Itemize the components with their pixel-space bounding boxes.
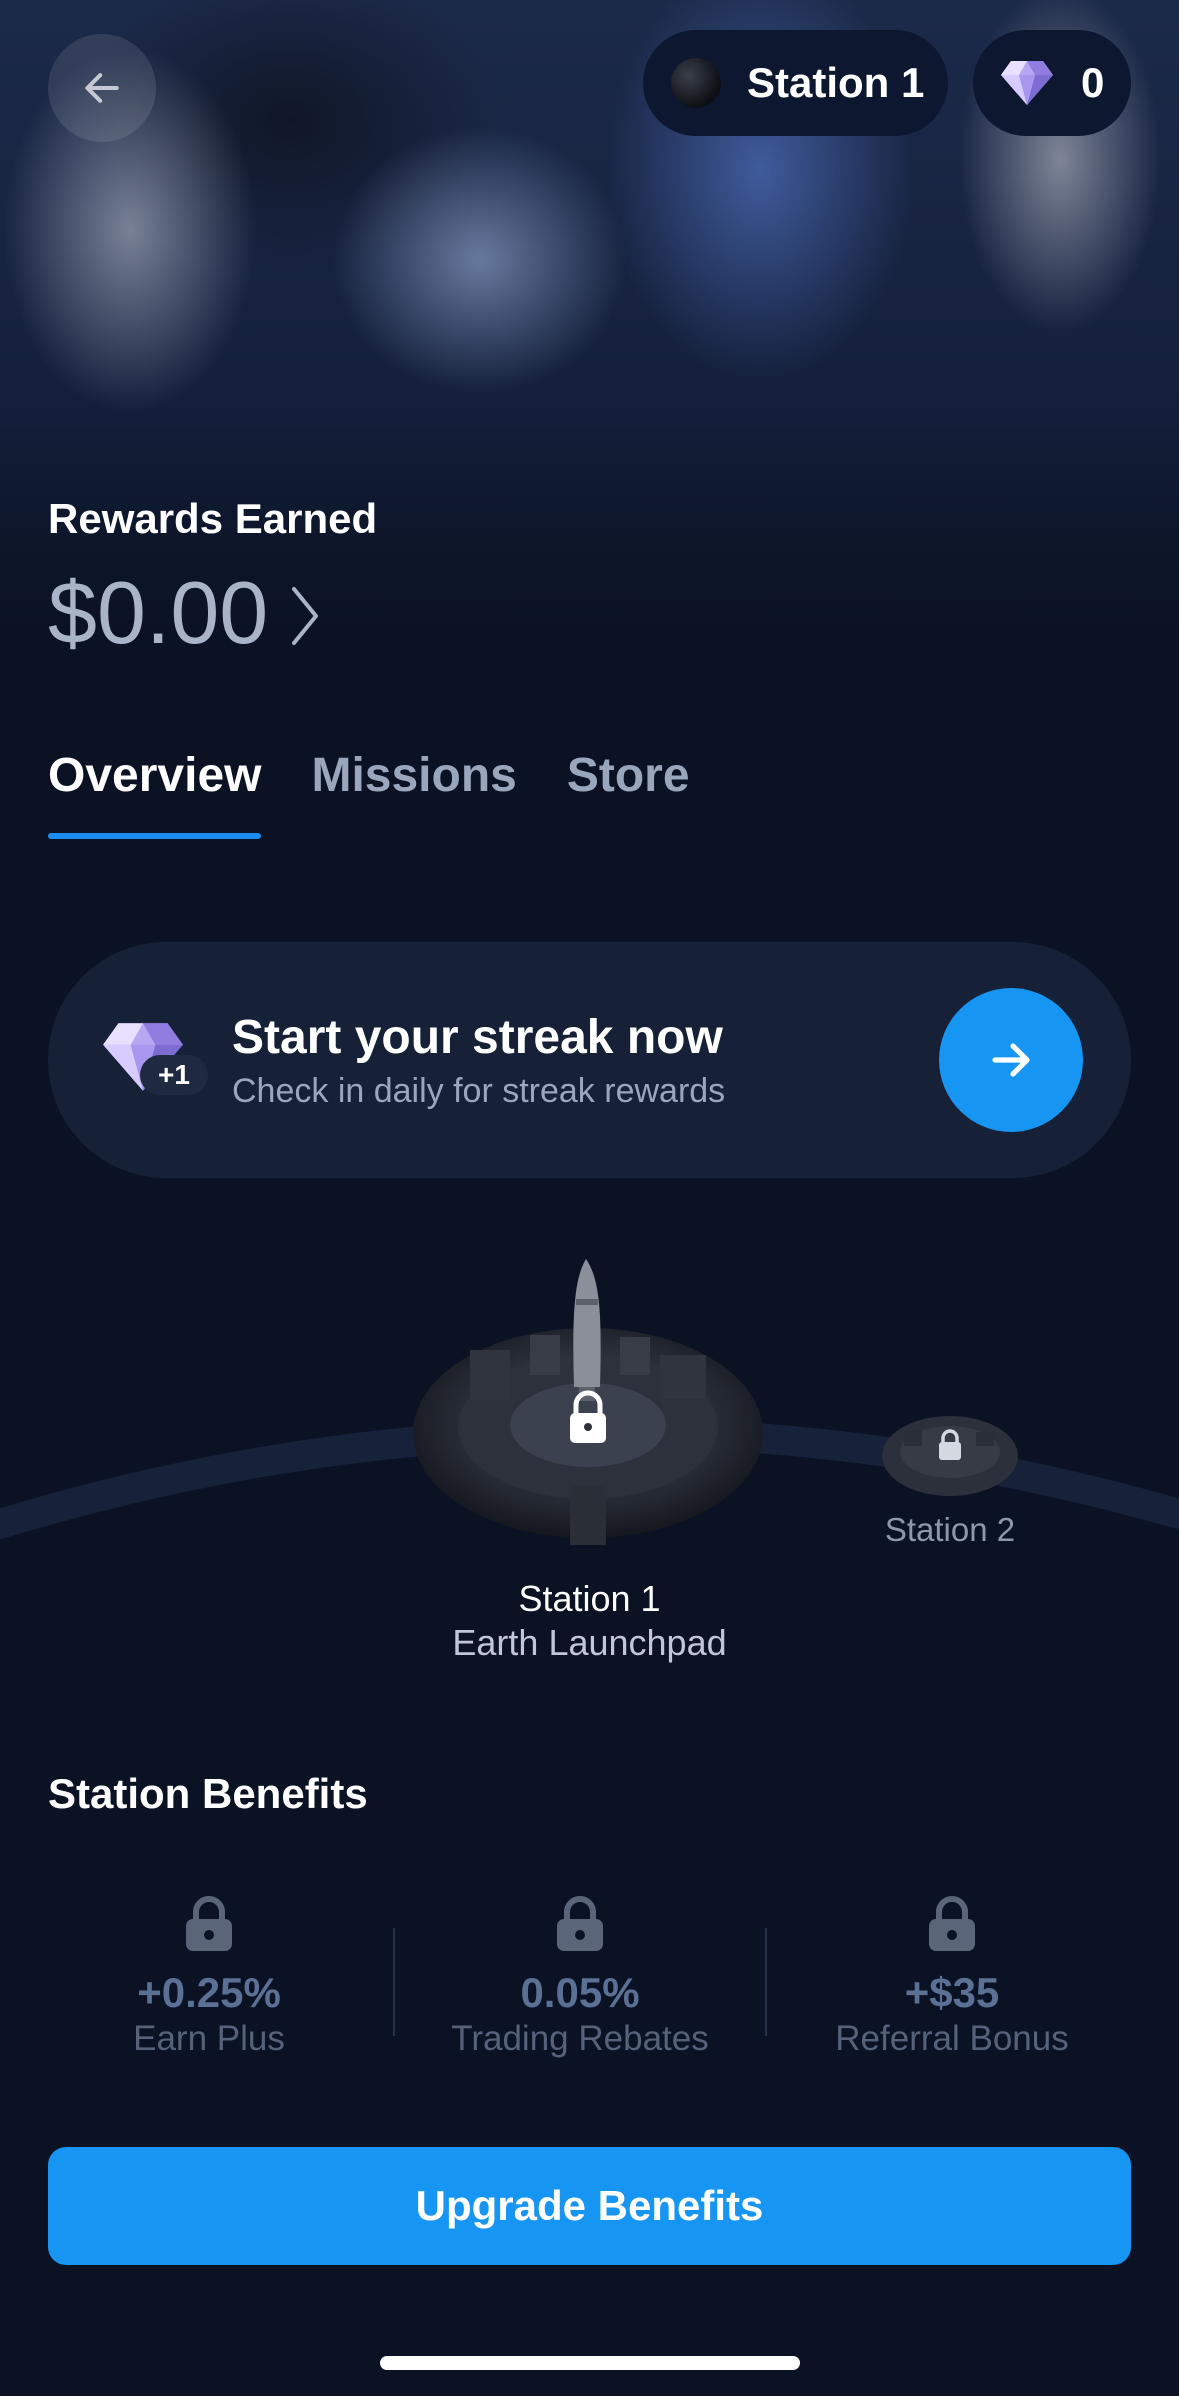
- benefit-label: Referral Bonus: [835, 2019, 1069, 2058]
- diamond-icon: [1001, 61, 1053, 105]
- station-2-image[interactable]: [880, 1400, 1020, 1500]
- lock-icon: [929, 1896, 975, 1951]
- benefit-referral-bonus: +$35 Referral Bonus: [766, 1895, 1138, 2059]
- arrow-right-icon: [992, 1043, 1030, 1077]
- streak-subtitle: Check in daily for streak rewards: [232, 1072, 726, 1110]
- benefits-title: Station Benefits: [48, 1770, 368, 1817]
- benefit-value: +$35: [904, 1969, 1000, 2016]
- streak-go-button[interactable]: [939, 988, 1083, 1132]
- streak-card[interactable]: +1 Start your streak now Check in daily …: [48, 942, 1131, 1178]
- benefit-value: 0.05%: [520, 1969, 640, 2016]
- station-selector-pill[interactable]: Station 1: [643, 30, 948, 136]
- tab-store[interactable]: Store: [567, 748, 690, 839]
- benefit-trading-rebates: 0.05% Trading Rebates: [394, 1895, 766, 2059]
- tab-missions[interactable]: Missions: [311, 748, 516, 839]
- rewards-label: Rewards Earned: [48, 495, 378, 542]
- rewards-value: $0.00: [48, 563, 269, 662]
- lock-icon: [186, 1896, 232, 1951]
- gem-count: 0: [1081, 59, 1105, 106]
- chevron-right-icon: [292, 587, 319, 645]
- tab-bar: Overview Missions Store: [48, 748, 740, 839]
- home-indicator[interactable]: [380, 2356, 800, 2370]
- station-1-name: Station 1: [518, 1578, 661, 1619]
- streak-title: Start your streak now: [232, 1011, 723, 1064]
- arrow-left-icon: [85, 73, 119, 103]
- benefit-label: Earn Plus: [133, 2019, 285, 2058]
- benefit-earn-plus: +0.25% Earn Plus: [23, 1895, 395, 2059]
- plus-one-badge: +1: [140, 1055, 208, 1095]
- station-1-subtitle: Earth Launchpad: [452, 1622, 727, 1663]
- tab-overview[interactable]: Overview: [48, 748, 262, 839]
- station-1-image[interactable]: [410, 1255, 770, 1555]
- back-button[interactable]: [48, 34, 156, 142]
- gem-balance-pill[interactable]: 0: [973, 30, 1131, 136]
- benefit-label: Trading Rebates: [451, 2019, 709, 2058]
- benefit-value: +0.25%: [137, 1969, 281, 2016]
- station-pill-label: Station 1: [747, 59, 925, 106]
- rewards-value-link[interactable]: $0.00: [48, 562, 320, 664]
- upgrade-benefits-button[interactable]: Upgrade Benefits: [48, 2147, 1131, 2265]
- lock-icon: [557, 1896, 603, 1951]
- station-2-name: Station 2: [884, 1511, 1016, 1548]
- planet-icon: [671, 58, 721, 108]
